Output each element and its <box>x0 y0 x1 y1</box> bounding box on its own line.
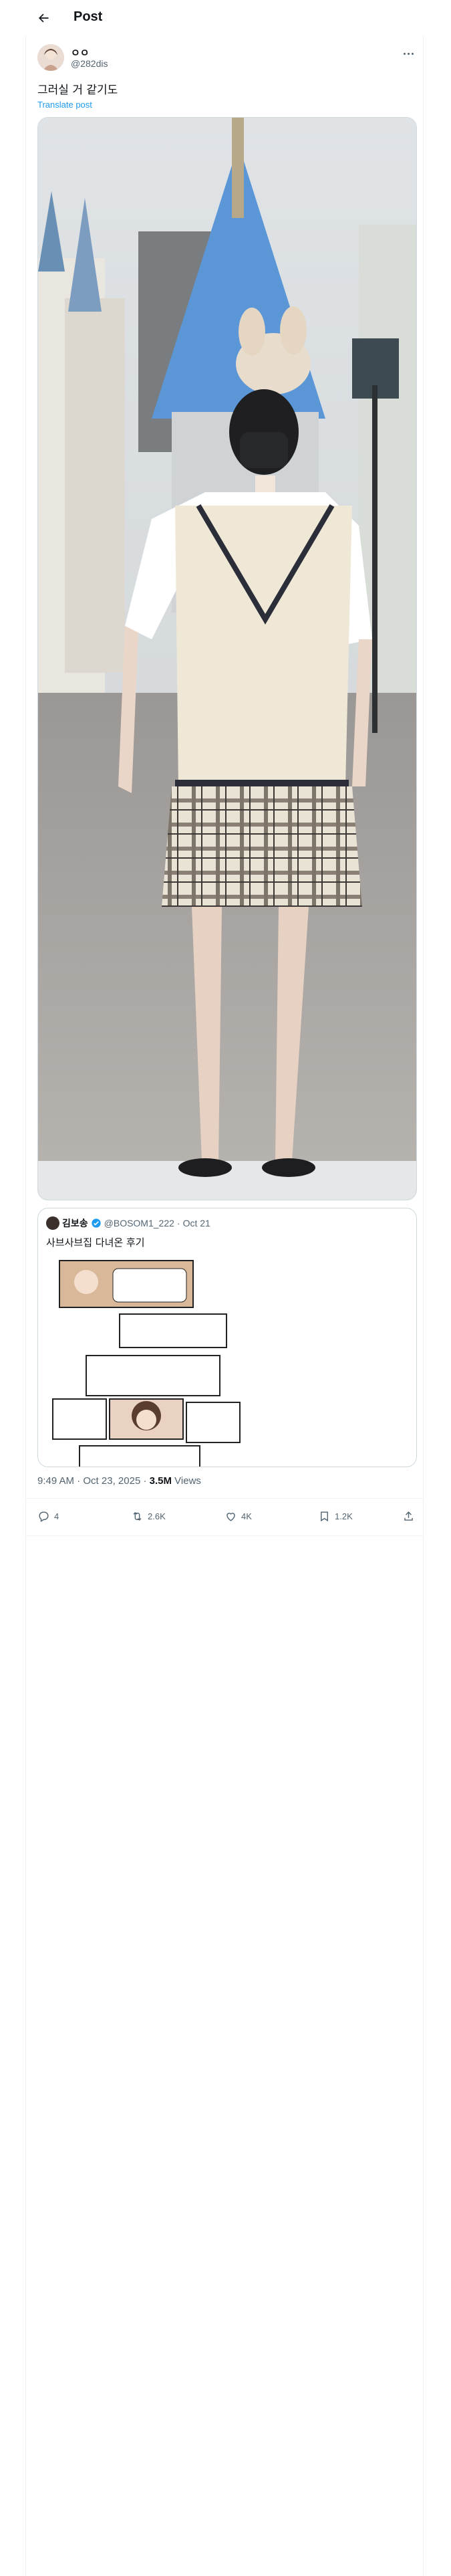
post-photo[interactable] <box>37 117 417 1200</box>
quoted-comic-image <box>46 1255 247 1467</box>
like-icon <box>227 1513 235 1521</box>
translate-link[interactable]: Translate post <box>37 100 92 110</box>
divider <box>25 1498 424 1499</box>
post-date[interactable]: Oct 23, 2025 <box>83 1475 140 1487</box>
avatar[interactable] <box>37 44 64 71</box>
share-button[interactable] <box>402 1510 415 1523</box>
reply-icon <box>39 1511 49 1522</box>
verified-icon <box>91 1218 101 1228</box>
post-time[interactable]: 9:49 AM <box>37 1475 74 1487</box>
repost-icon <box>133 1511 142 1521</box>
like-button[interactable]: 4K <box>224 1510 252 1523</box>
author-display-name[interactable]: ㅇㅇ <box>71 45 90 60</box>
quoted-display-name: 김보송 <box>62 1218 88 1229</box>
quoted-post-text: 사브사브집 다녀온 후기 <box>46 1237 145 1249</box>
quoted-post-header: 김보송 @BOSOM1_222 · Oct 21 <box>46 1216 210 1230</box>
action-bar: 4 2.6K 4K 1.2K <box>37 1505 416 1531</box>
post-metadata: 9:49 AM · Oct 23, 2025 · 3.5M Views <box>37 1475 201 1487</box>
quoted-post[interactable]: 김보송 @BOSOM1_222 · Oct 21 사브사브집 다녀온 후기 <box>37 1208 417 1467</box>
views-count: 3.5M <box>149 1475 172 1487</box>
post-text: 그러실 거 같기도 <box>37 84 118 97</box>
share-icon <box>404 1511 413 1521</box>
more-button[interactable] <box>398 47 418 60</box>
repost-button[interactable]: 2.6K <box>131 1510 166 1523</box>
quoted-avatar <box>46 1216 59 1230</box>
more-icon <box>403 52 406 55</box>
bookmark-icon <box>321 1511 328 1522</box>
page-title: Post <box>73 9 103 24</box>
back-arrow-icon <box>39 13 49 23</box>
back-button[interactable] <box>35 9 52 27</box>
views-label: Views <box>174 1475 201 1487</box>
divider <box>25 1535 424 1536</box>
like-count: 4K <box>241 1511 252 1521</box>
quoted-date: Oct 21 <box>182 1218 210 1228</box>
post-author: ㅇㅇ @282dis <box>37 44 418 74</box>
author-handle[interactable]: @282dis <box>71 58 108 69</box>
repost-count: 2.6K <box>148 1511 166 1521</box>
bookmark-count: 1.2K <box>335 1511 353 1521</box>
bookmark-button[interactable]: 1.2K <box>318 1510 353 1523</box>
quoted-handle: @BOSOM1_222 <box>104 1218 174 1228</box>
top-bar: Post <box>0 0 451 35</box>
reply-count: 4 <box>54 1511 59 1521</box>
reply-button[interactable]: 4 <box>37 1510 59 1523</box>
